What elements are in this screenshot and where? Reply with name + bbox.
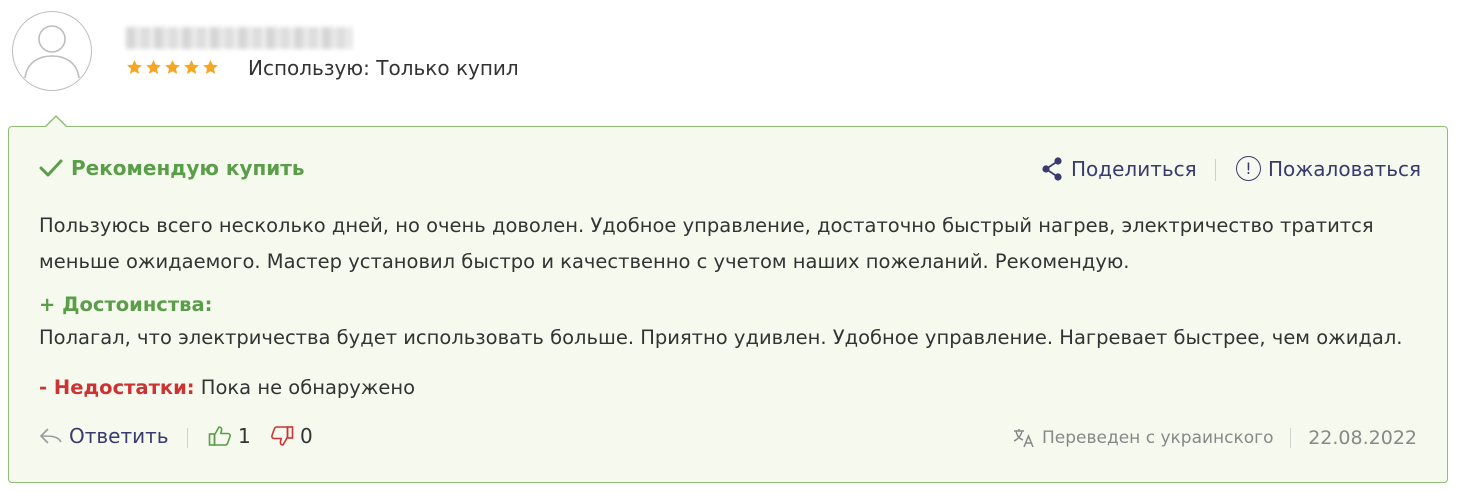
recommend-label: Рекомендую купить: [71, 156, 305, 180]
check-icon: [39, 159, 63, 177]
dislike-button[interactable]: 0: [270, 424, 313, 448]
disadvantages-text: Пока не обнаружено: [200, 376, 416, 399]
card-pointer-fill: [46, 117, 66, 127]
user-avatar-icon: [24, 25, 80, 79]
reply-arrow-icon: [40, 428, 62, 444]
like-button[interactable]: 1: [208, 424, 251, 448]
translate-icon: [1013, 429, 1034, 448]
star-rating: [126, 59, 219, 76]
complain-label: Пожаловаться: [1268, 156, 1422, 181]
complain-button[interactable]: ! Пожаловаться: [1236, 156, 1421, 181]
author-name: ████████████: [126, 27, 352, 49]
disadvantages-row: - Недостатки: Пока не обнаружено: [39, 376, 415, 399]
footer-divider-right: [1290, 428, 1291, 448]
star-icon: [127, 60, 142, 74]
like-count: 1: [238, 424, 251, 448]
review-date: 22.08.2022: [1308, 427, 1417, 449]
disadvantages-label: - Недостатки:: [39, 376, 195, 399]
recommend-badge: Рекомендую купить: [39, 156, 305, 180]
reply-label: Ответить: [69, 424, 169, 448]
exclamation-circle-icon: !: [1236, 156, 1261, 181]
header-divider: [1215, 159, 1216, 181]
dislike-count: 0: [300, 424, 313, 448]
translation-label: Переведен с украинского: [1042, 428, 1274, 448]
star-icon: [184, 60, 199, 74]
advantages-text: Полагал, что электричества будет использ…: [39, 326, 1403, 349]
review-text: Пользуюсь всего несколько дней, но очень…: [39, 214, 1374, 273]
share-label: Поделиться: [1071, 157, 1197, 181]
star-icon: [203, 60, 218, 74]
reply-button[interactable]: Ответить: [39, 424, 169, 448]
avatar: [12, 11, 92, 91]
translation-note: Переведен с украинского: [1013, 428, 1274, 448]
star-icon: [165, 60, 180, 74]
thumbs-down-icon: [271, 426, 294, 446]
footer-divider-left: [187, 428, 188, 448]
star-icon: [146, 60, 161, 74]
share-icon: [1042, 157, 1062, 181]
usage-duration: Использую: Только купил: [248, 56, 519, 80]
thumbs-up-icon: [208, 426, 231, 446]
share-button[interactable]: Поделиться: [1041, 157, 1197, 181]
advantages-label: + Достоинства:: [39, 293, 213, 316]
